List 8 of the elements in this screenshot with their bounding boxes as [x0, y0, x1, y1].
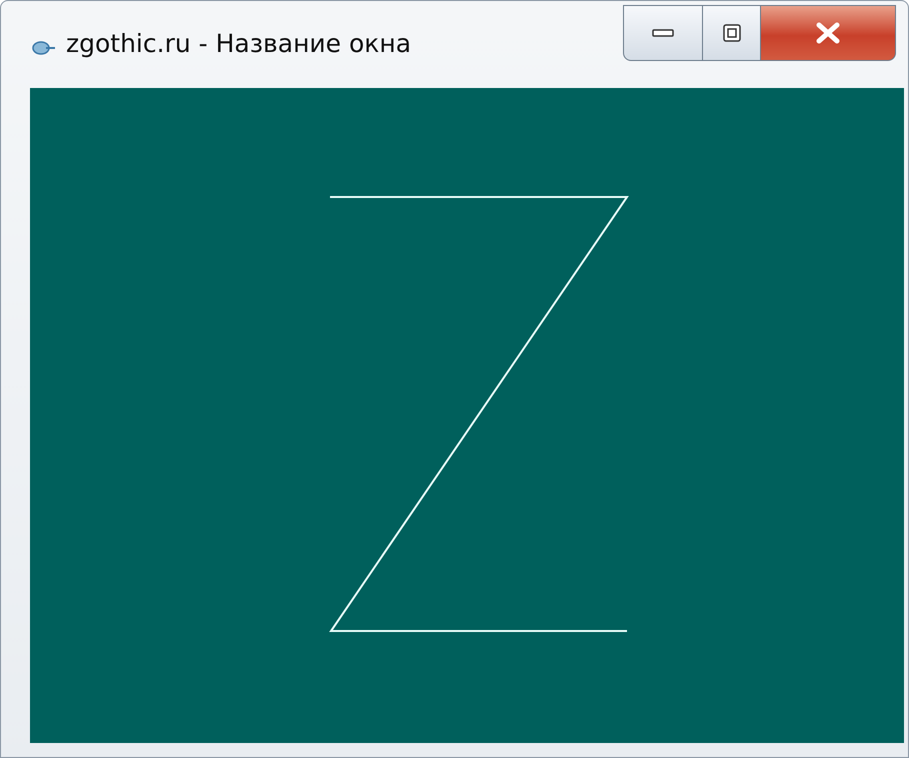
close-button[interactable] [761, 5, 896, 61]
minimize-icon [652, 28, 674, 38]
app-icon [32, 41, 56, 55]
maximize-icon [722, 24, 740, 42]
window-title: zgothic.ru - Название окна [66, 29, 412, 58]
minimize-button[interactable] [623, 5, 703, 61]
maximize-button[interactable] [703, 5, 761, 61]
close-icon [815, 22, 841, 44]
